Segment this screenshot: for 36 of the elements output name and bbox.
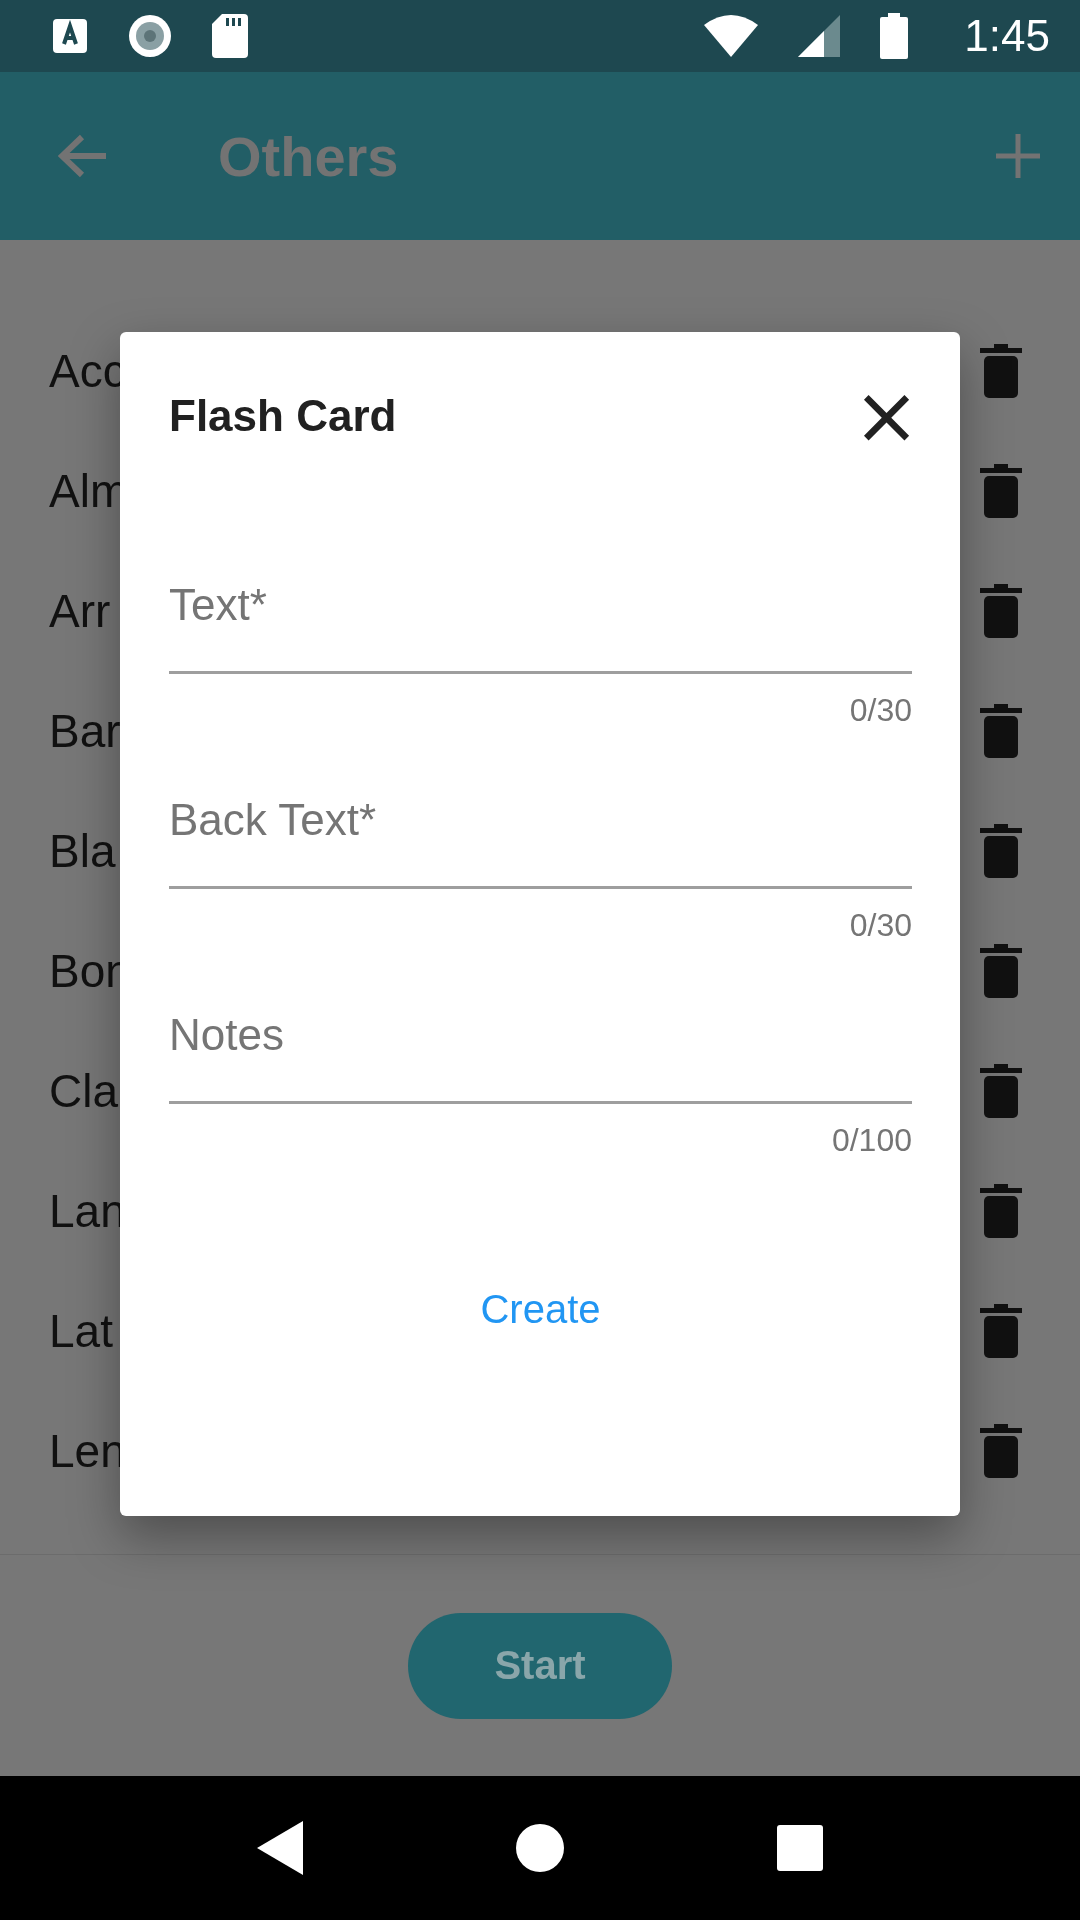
wifi-icon: [704, 15, 759, 57]
keyboard-badge-icon: [52, 18, 88, 54]
battery-icon: [880, 13, 909, 59]
input-field[interactable]: Notes: [169, 986, 912, 1104]
back-icon[interactable]: [256, 1821, 303, 1875]
signal-icon: [798, 15, 841, 57]
character-counter: 0/100: [831, 1122, 912, 1159]
list-item-text[interactable]: Lat: [49, 1304, 113, 1358]
list-item-text[interactable]: Cla: [49, 1064, 119, 1118]
status-time: 1:45: [964, 11, 1050, 61]
trash-icon[interactable]: [980, 704, 1022, 758]
create-button[interactable]: Create: [460, 1277, 621, 1342]
home-icon[interactable]: [516, 1824, 564, 1872]
trash-icon[interactable]: [980, 944, 1022, 998]
sd-card-icon: [212, 14, 248, 58]
character-counter: 0/30: [849, 692, 912, 729]
list-item-text[interactable]: Arr: [49, 584, 111, 638]
list-item-text[interactable]: Bar: [49, 704, 121, 758]
trash-icon[interactable]: [980, 1424, 1022, 1478]
trash-icon[interactable]: [980, 1064, 1022, 1118]
trash-icon[interactable]: [980, 584, 1022, 638]
input-field[interactable]: Text*: [169, 556, 912, 674]
start-button[interactable]: Start: [408, 1612, 672, 1719]
trash-icon[interactable]: [980, 824, 1022, 878]
screen-title: Others: [218, 123, 400, 189]
list-item-text[interactable]: Bla: [49, 824, 116, 878]
dialog-title: Flash Card: [169, 391, 397, 441]
trash-icon[interactable]: [980, 1184, 1022, 1238]
record-icon: [128, 14, 172, 58]
recents-icon[interactable]: [777, 1825, 824, 1871]
trash-icon[interactable]: [980, 344, 1022, 398]
trash-icon[interactable]: [980, 1304, 1022, 1358]
character-counter: 0/30: [849, 907, 912, 944]
close-button[interactable]: ×: [852, 388, 920, 444]
input-field[interactable]: Back Text*: [169, 771, 912, 889]
trash-icon[interactable]: [980, 464, 1022, 518]
